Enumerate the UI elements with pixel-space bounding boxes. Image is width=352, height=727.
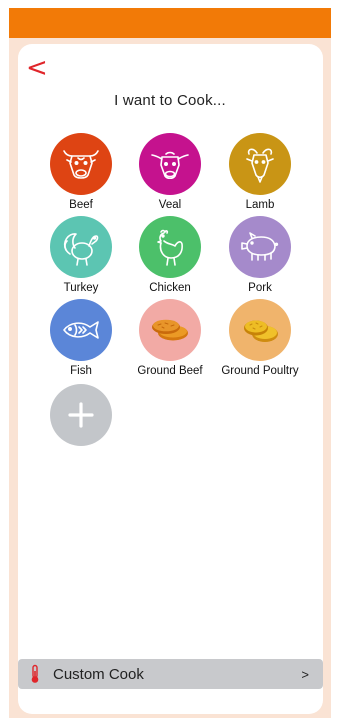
ground-poultry-circle [229,299,291,361]
lamb-circle [229,133,291,195]
thermometer-icon [31,664,39,683]
add-category-button[interactable] [50,384,112,446]
category-chicken[interactable]: Chicken [124,216,216,294]
beef-circle [50,133,112,195]
category-label: Ground Beef [137,365,203,377]
category-veal[interactable]: Veal [124,133,216,211]
category-fish[interactable]: Fish [35,299,127,377]
category-label: Veal [158,199,182,211]
category-label: Chicken [149,282,191,294]
cow-icon [63,150,99,179]
category-label: Beef [69,199,93,211]
custom-cook-label: Custom Cook [53,665,144,683]
ground-beef-patties-icon [152,319,188,341]
pig-icon [241,232,279,261]
ground-poultry-patties-icon [244,320,278,342]
ground-beef-circle [139,299,201,361]
category-label: Turkey [63,282,99,294]
turkey-circle [50,216,112,278]
custom-cook-button[interactable]: Custom Cook > [18,659,323,689]
category-lamb[interactable]: Lamb [214,133,306,211]
category-label: Lamb [245,199,275,211]
category-label: Fish [70,365,92,377]
calf-icon [151,151,189,180]
plus-icon [68,402,94,428]
category-pork[interactable]: Pork [214,216,306,294]
chicken-icon [157,229,183,266]
fish-icon [63,321,99,339]
veal-circle [139,133,201,195]
category-turkey[interactable]: Turkey [35,216,127,294]
category-label: Pork [248,282,272,294]
chevron-right-icon: > [301,666,309,682]
pork-circle [229,216,291,278]
chicken-circle [139,216,201,278]
category-ground-poultry[interactable]: Ground Poultry [214,299,306,377]
turkey-icon [63,233,99,266]
back-button[interactable]: < [26,54,48,82]
category-ground-beef[interactable]: Ground Beef [124,299,216,377]
category-beef[interactable]: Beef [35,133,127,211]
page-title: I want to Cook... [114,92,226,109]
status-bar [9,8,331,38]
category-label: Ground Poultry [221,365,299,377]
fish-circle [50,299,112,361]
goat-icon [246,148,274,183]
